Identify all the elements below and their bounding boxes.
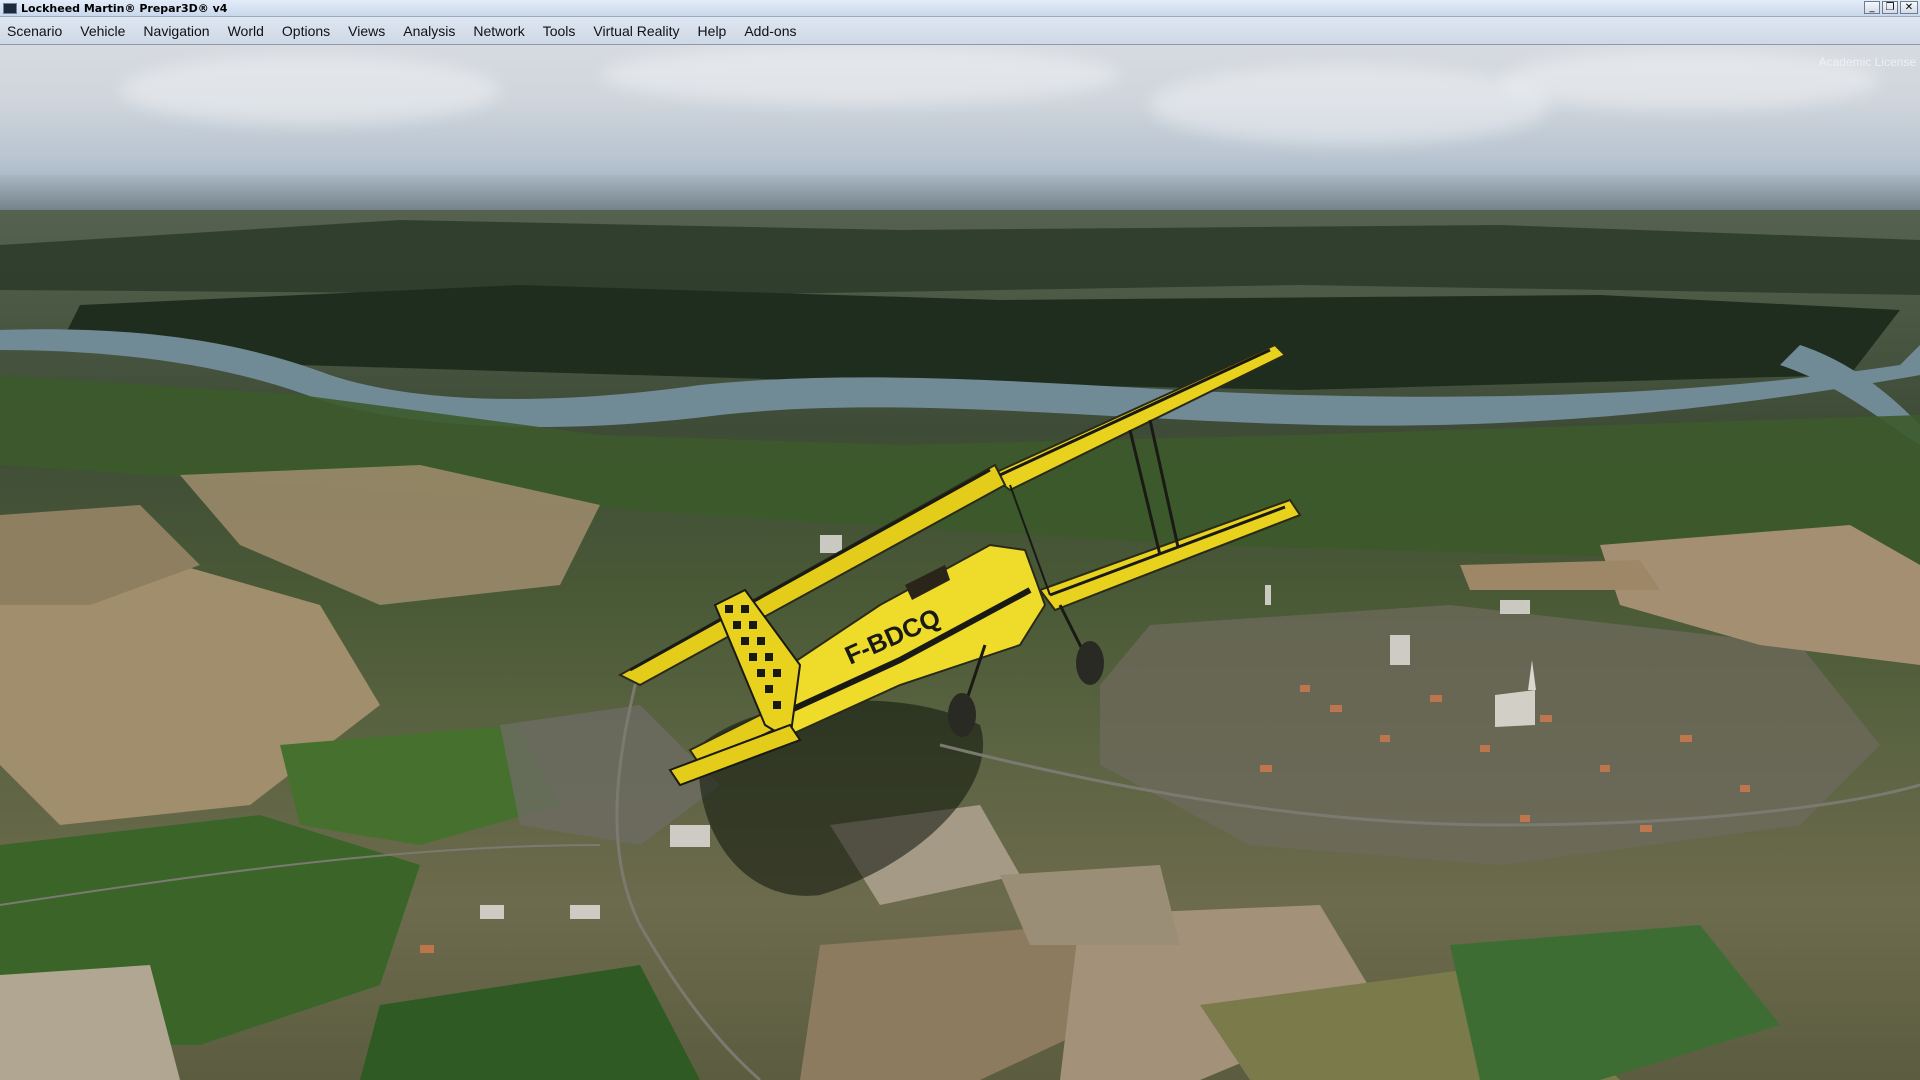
checker [733,621,741,629]
forest-band [60,285,1900,390]
roof [480,905,504,919]
checker [773,701,781,709]
menu-network[interactable]: Network [465,23,534,39]
roof [1330,705,1342,712]
checker [765,685,773,693]
field [360,965,700,1080]
minimize-button[interactable]: _ [1864,1,1880,14]
roof [1300,685,1310,692]
roof [1540,715,1552,722]
field [0,965,180,1080]
roof [1640,825,1652,832]
roof [1740,785,1750,792]
menu-views[interactable]: Views [340,23,395,39]
menu-analysis[interactable]: Analysis [395,23,465,39]
simulation-viewport[interactable]: F-BDCQ Academic License [0,45,1920,1080]
roof [1500,600,1530,614]
app-icon [3,2,17,14]
menu-navigation[interactable]: Navigation [135,23,219,39]
menu-world[interactable]: World [220,23,274,39]
roof [1260,765,1272,772]
checker [765,653,773,661]
menu-add-ons[interactable]: Add-ons [736,23,806,39]
aircraft-wheel [948,693,976,737]
roof [1430,695,1442,702]
menu-vehicle[interactable]: Vehicle [72,23,135,39]
checker [741,605,749,613]
field [1460,560,1660,590]
window-title: Lockheed Martin® Prepar3D® v4 [21,1,228,15]
roof [670,825,710,847]
field [1450,925,1780,1080]
menu-virtual-reality[interactable]: Virtual Reality [585,23,689,39]
checker [725,605,733,613]
roof [1680,735,1692,742]
checker [757,669,765,677]
roof [1380,735,1390,742]
roof [1265,585,1271,605]
checker [757,637,765,645]
menu-scenario[interactable]: Scenario [0,23,72,39]
roof [820,535,842,553]
aircraft-wheel [1076,641,1104,685]
landscape: F-BDCQ [0,220,1920,1080]
checker [749,621,757,629]
roof [570,905,600,919]
window-controls: _ ❐ ✕ [1864,1,1918,14]
roof [1520,815,1530,822]
roof [1600,765,1610,772]
checker [749,653,757,661]
menu-help[interactable]: Help [690,23,737,39]
church [1495,690,1535,727]
title-bar: Lockheed Martin® Prepar3D® v4 _ ❐ ✕ [0,0,1920,17]
roof [1480,745,1490,752]
roof [1390,635,1410,665]
restore-button[interactable]: ❐ [1882,1,1898,14]
roof [420,945,434,953]
menu-tools[interactable]: Tools [535,23,586,39]
menu-options[interactable]: Options [274,23,340,39]
menu-bar: Scenario Vehicle Navigation World Option… [0,17,1920,45]
close-button[interactable]: ✕ [1900,1,1918,14]
checker [773,669,781,677]
license-watermark: Academic License [1818,55,1916,69]
forest-band [0,220,1920,295]
checker [741,637,749,645]
field [1000,865,1180,945]
